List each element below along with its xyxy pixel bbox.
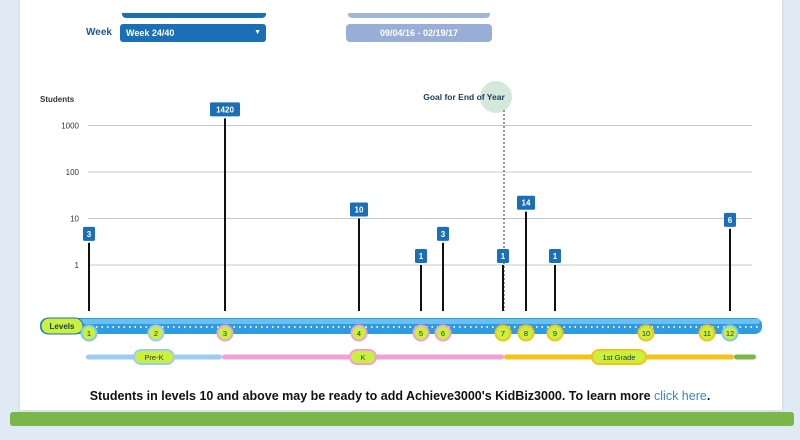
level-badge-label[interactable]: 8 (524, 329, 528, 338)
level-badge-label[interactable]: 10 (642, 329, 650, 338)
goal-label: Goal for End of Year (423, 92, 505, 102)
kidbiz-message-text: Students in levels 10 and above may be r… (89, 389, 655, 403)
grade-label[interactable]: K (360, 353, 365, 362)
value-label: 1 (501, 252, 506, 261)
level-badge-label[interactable]: 6 (441, 329, 445, 338)
value-label: 6 (728, 216, 733, 225)
value-label: 1420 (216, 105, 234, 114)
y-tick-label: 10 (70, 215, 79, 224)
y-tick-label: 100 (66, 168, 80, 177)
grade-label[interactable]: Pre-K (144, 353, 163, 362)
y-axis-label: Students (40, 95, 75, 104)
y-tick-label: 1 (75, 261, 80, 270)
level-badge-label[interactable]: 7 (501, 329, 505, 338)
level-distribution-chart: Students1101001000Goal for End of Year31… (40, 81, 762, 365)
levels-button-label[interactable]: Levels (50, 322, 75, 331)
value-label: 10 (355, 206, 364, 215)
value-label: 1 (419, 252, 424, 261)
kidbiz-message: Students in levels 10 and above may be r… (0, 389, 800, 403)
grade-band-next (734, 354, 756, 360)
value-label: 1 (553, 252, 558, 261)
level-badge-label[interactable]: 9 (553, 329, 557, 338)
y-tick-label: 1000 (61, 122, 79, 131)
level-badge-label[interactable]: 11 (703, 329, 711, 338)
grade-label[interactable]: 1st Grade (603, 353, 636, 362)
click-here-link[interactable]: click here (654, 389, 707, 403)
kidbiz-message-period: . (706, 389, 711, 403)
value-label: 3 (441, 230, 446, 239)
level-badge-label[interactable]: 12 (726, 329, 734, 338)
level-badge-label[interactable]: 3 (223, 329, 227, 338)
value-label: 14 (522, 199, 531, 208)
level-badge-label[interactable]: 1 (87, 329, 91, 338)
level-badge-label[interactable]: 4 (357, 329, 361, 338)
level-badge-label[interactable]: 5 (419, 329, 423, 338)
levels-strip-highlight (42, 319, 760, 324)
value-label: 3 (87, 230, 92, 239)
level-badge-label[interactable]: 2 (154, 329, 158, 338)
footer-bar (10, 412, 794, 426)
